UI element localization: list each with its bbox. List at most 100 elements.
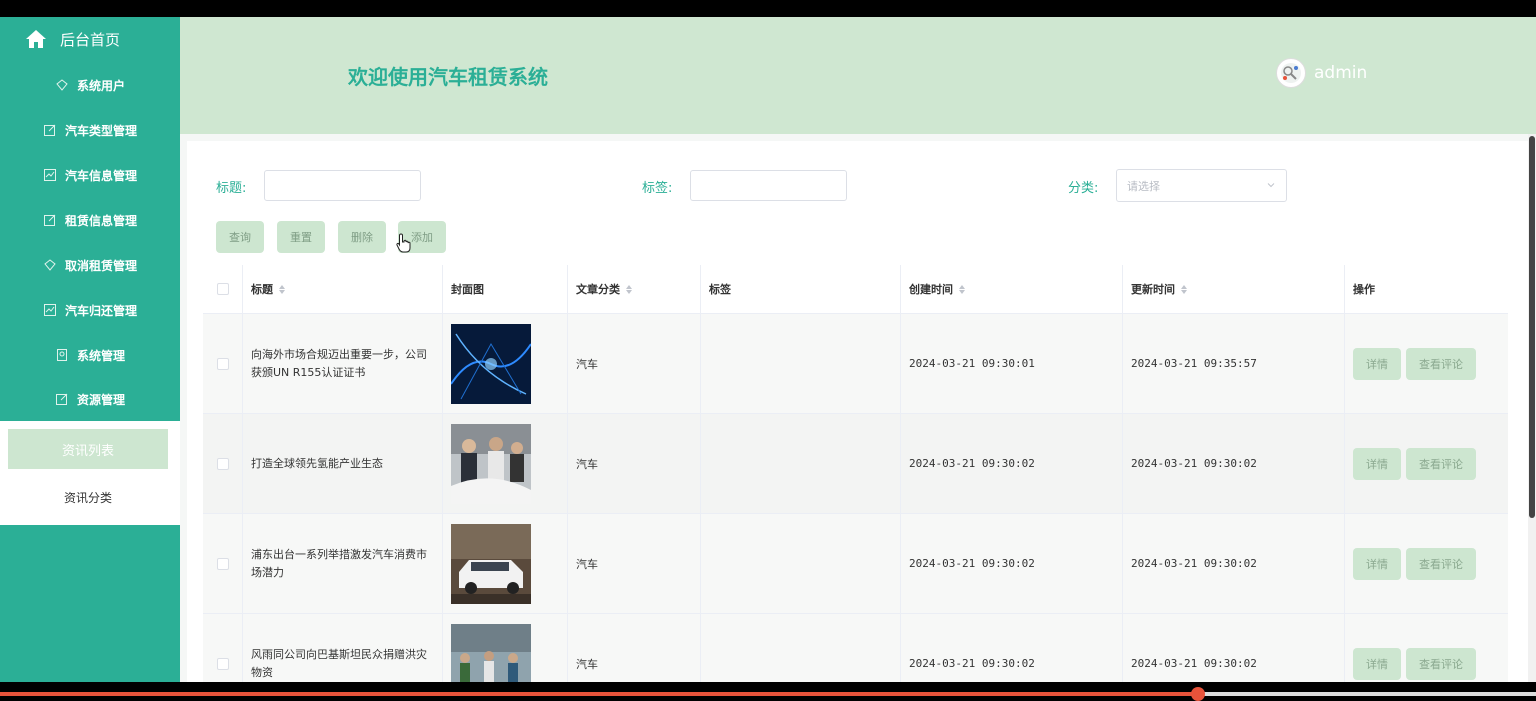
view-comments-button[interactable]: 查看评论 (1406, 647, 1476, 680)
badge-icon (55, 348, 69, 362)
hand-cursor-icon (396, 233, 412, 256)
scrollbar-thumb[interactable] (1529, 136, 1535, 518)
row-checkbox[interactable] (216, 657, 229, 670)
header-title[interactable]: 标题 (243, 265, 443, 313)
sidebar-item-label: 汽车归还管理 (64, 303, 137, 318)
view-comments-button[interactable]: 查看评论 (1406, 547, 1476, 580)
page-title: 欢迎使用汽车租赁系统 (348, 65, 548, 89)
sort-icon[interactable] (959, 284, 965, 294)
sidebar-item-car-info[interactable]: 汽车信息管理 (0, 153, 180, 197)
cover-image (451, 423, 531, 504)
sidebar-item-system-users[interactable]: 系统用户 (0, 63, 180, 107)
row-checkbox[interactable] (216, 457, 229, 470)
header-title-label: 标题 (251, 283, 273, 296)
chart-icon (43, 168, 57, 182)
sidebar-item-label: 取消租赁管理 (64, 258, 137, 273)
tag-filter-label: 标签: (642, 181, 673, 196)
row-category: 汽车 (568, 314, 701, 413)
username: admin (1314, 63, 1368, 83)
row-actions: 详情 查看评论 (1345, 414, 1508, 513)
delete-button[interactable]: 删除 (338, 221, 386, 253)
video-progress-handle[interactable] (1191, 687, 1205, 701)
diamond-icon (43, 258, 57, 272)
row-updated: 2024-03-21 09:35:57 (1123, 314, 1345, 413)
row-tags (701, 414, 901, 513)
row-title-text: 浦东出台一系列举措激发汽车消费市场潜力 (251, 547, 427, 579)
category-select-placeholder: 请选择 (1127, 179, 1160, 193)
header-category-label: 文章分类 (576, 283, 620, 296)
view-comments-button[interactable]: 查看评论 (1406, 447, 1476, 480)
header-category[interactable]: 文章分类 (568, 265, 701, 313)
row-created: 2024-03-21 09:30:02 (901, 414, 1123, 513)
select-all-cell (203, 265, 243, 313)
title-filter-input[interactable] (264, 170, 421, 201)
video-progress-bar[interactable] (0, 682, 1536, 701)
row-cover (443, 314, 568, 413)
user-menu[interactable]: admin (1276, 58, 1367, 88)
sidebar-item-cancel-rental[interactable]: 取消租赁管理 (0, 243, 180, 287)
row-select-cell (203, 514, 243, 613)
sidebar-item-label: 系统管理 (76, 348, 125, 363)
sidebar-item-resource-management[interactable]: 资源管理 (0, 377, 180, 421)
header-cover: 封面图 (443, 265, 568, 313)
detail-button[interactable]: 详情 (1353, 647, 1401, 680)
row-title-text: 向海外市场合规迈出重要一步，公司获颁UN R155认证证书 (251, 347, 427, 379)
header-created[interactable]: 创建时间 (901, 265, 1123, 313)
row-actions: 详情 查看评论 (1345, 614, 1508, 682)
detail-button[interactable]: 详情 (1353, 447, 1401, 480)
video-progress-fill (0, 692, 1198, 696)
header-actions-label: 操作 (1353, 283, 1375, 296)
header-actions: 操作 (1345, 265, 1508, 313)
row-category: 汽车 (568, 414, 701, 513)
row-updated: 2024-03-21 09:30:02 (1123, 614, 1345, 682)
row-title: 风雨同公司向巴基斯坦民众捐赠洪灾物资 (243, 614, 443, 682)
header-created-label: 创建时间 (909, 283, 953, 296)
sidebar-item-car-types[interactable]: 汽车类型管理 (0, 108, 180, 152)
reset-button[interactable]: 重置 (277, 221, 325, 253)
sidebar: 后台首页 系统用户 汽车类型管理 汽车信息管理 租赁信息管理 取消租赁管理 汽车… (0, 17, 180, 682)
diamond-icon (55, 78, 69, 92)
header: 欢迎使用汽车租赁系统 admin (180, 17, 1536, 134)
row-updated: 2024-03-21 09:30:02 (1123, 514, 1345, 613)
view-comments-button[interactable]: 查看评论 (1406, 347, 1476, 380)
row-checkbox[interactable] (216, 357, 229, 370)
select-all-checkbox[interactable] (216, 283, 229, 295)
row-cover (443, 414, 568, 513)
category-select[interactable]: 请选择 (1116, 169, 1287, 202)
row-select-cell (203, 414, 243, 513)
row-title: 浦东出台一系列举措激发汽车消费市场潜力 (243, 514, 443, 613)
row-tags (701, 614, 901, 682)
category-filter-label: 分类: (1068, 181, 1099, 196)
chart-icon (43, 303, 57, 317)
sort-icon[interactable] (279, 284, 285, 294)
cover-image (451, 323, 531, 404)
resource-submenu: 资讯列表 资讯分类 (0, 421, 180, 525)
edit-icon (43, 123, 57, 137)
sidebar-item-label: 租赁信息管理 (64, 213, 137, 228)
submenu-news-list[interactable]: 资讯列表 (8, 429, 168, 469)
submenu-news-category[interactable]: 资讯分类 (8, 477, 168, 517)
detail-button[interactable]: 详情 (1353, 347, 1401, 380)
sidebar-item-rental-info[interactable]: 租赁信息管理 (0, 198, 180, 242)
table-header-row: 标题 封面图 文章分类 标签 创建时间 更新时间 操作 (203, 265, 1508, 314)
sort-icon[interactable] (1181, 284, 1187, 294)
row-checkbox[interactable] (216, 557, 229, 570)
tag-filter-input[interactable] (690, 170, 847, 201)
title-filter-label: 标题: (216, 181, 247, 196)
sort-icon[interactable] (626, 284, 632, 294)
query-button[interactable]: 查询 (216, 221, 264, 253)
row-title: 向海外市场合规迈出重要一步，公司获颁UN R155认证证书 (243, 314, 443, 413)
sidebar-item-car-return[interactable]: 汽车归还管理 (0, 288, 180, 332)
content-card: 标题: 标签: 分类: 请选择 查询 重置 删除 添加 标题 封面图 文章分类 … (187, 141, 1528, 682)
header-updated[interactable]: 更新时间 (1123, 265, 1345, 313)
table-row: 向海外市场合规迈出重要一步，公司获颁UN R155认证证书 汽车 2024-03… (203, 314, 1508, 414)
row-tags (701, 314, 901, 413)
main-content: 标题: 标签: 分类: 请选择 查询 重置 删除 添加 标题 封面图 文章分类 … (180, 134, 1528, 682)
sidebar-home[interactable]: 后台首页 (0, 17, 180, 61)
page-scrollbar[interactable] (1528, 134, 1536, 682)
detail-button[interactable]: 详情 (1353, 547, 1401, 580)
home-icon (24, 27, 48, 51)
row-actions: 详情 查看评论 (1345, 514, 1508, 613)
sidebar-item-system-management[interactable]: 系统管理 (0, 333, 180, 377)
row-cover (443, 614, 568, 682)
